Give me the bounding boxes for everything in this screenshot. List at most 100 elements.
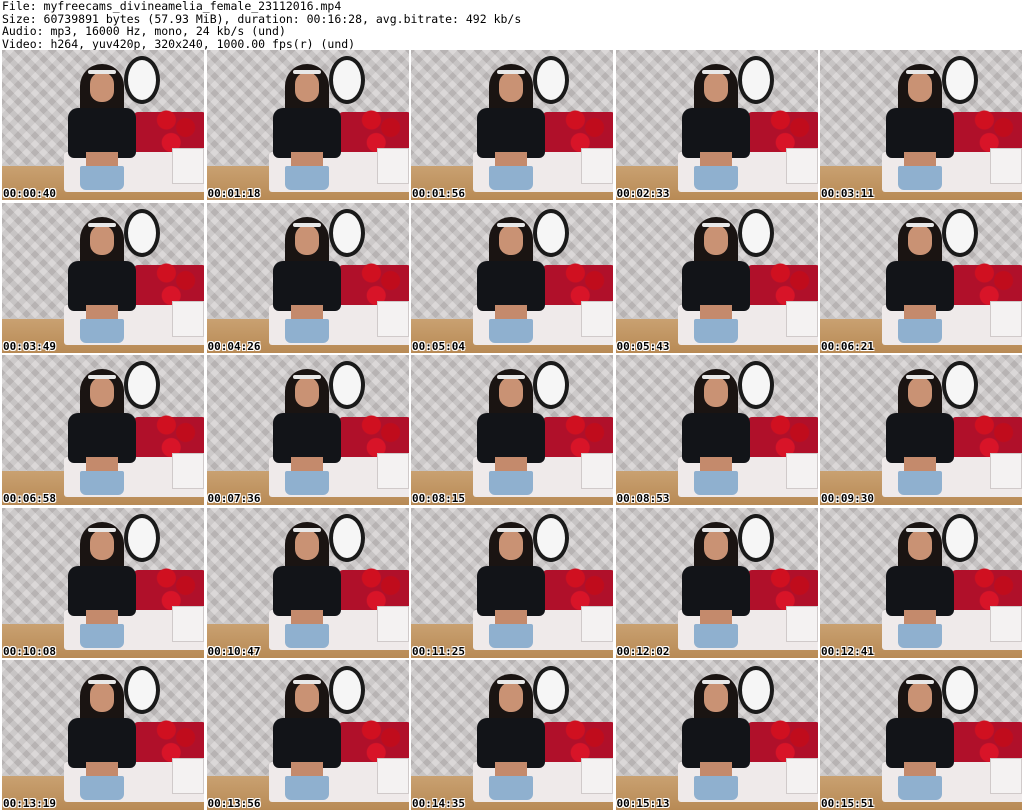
person-figure [471, 670, 551, 810]
video-frame-thumbnail: 00:14:35 [411, 660, 613, 810]
frame-timestamp: 00:01:18 [207, 187, 261, 200]
video-frame-thumbnail: 00:15:13 [615, 660, 818, 810]
side-cabinet [581, 148, 613, 184]
video-frame-thumbnail: 00:01:18 [206, 50, 409, 200]
side-cabinet [172, 758, 204, 794]
video-frame-thumbnail: 00:15:51 [820, 660, 1022, 810]
video-frame-thumbnail: 00:10:47 [206, 507, 409, 658]
side-cabinet [376, 300, 409, 337]
person-figure [62, 670, 142, 810]
frame-timestamp: 00:03:11 [821, 187, 874, 200]
frame-timestamp: 00:10:47 [207, 644, 261, 658]
side-cabinet [172, 605, 204, 642]
person-figure [676, 213, 756, 353]
side-cabinet [990, 300, 1022, 337]
video-frame-thumbnail: 00:02:33 [615, 50, 818, 200]
video-frame-thumbnail: 00:13:19 [2, 660, 204, 810]
frame-timestamp: 00:08:15 [412, 492, 465, 505]
person-figure [62, 365, 142, 505]
video-frame-thumbnail: 00:03:11 [820, 50, 1022, 200]
video-frame-thumbnail: 00:08:15 [411, 355, 613, 505]
side-cabinet [172, 453, 204, 489]
side-cabinet [376, 605, 409, 642]
side-cabinet [990, 453, 1022, 489]
person-figure [267, 670, 347, 810]
frame-timestamp: 00:13:19 [3, 797, 56, 810]
side-cabinet [376, 453, 409, 489]
video-frame-thumbnail: 00:09:30 [820, 355, 1022, 505]
video-frame-thumbnail: 00:00:40 [2, 50, 204, 200]
person-figure [880, 670, 960, 810]
frame-timestamp: 00:06:21 [821, 339, 874, 353]
side-cabinet [785, 605, 818, 642]
video-frame-thumbnail: 00:12:02 [615, 507, 818, 658]
side-cabinet [785, 148, 818, 184]
side-cabinet [990, 148, 1022, 184]
side-cabinet [581, 453, 613, 489]
side-cabinet [785, 758, 818, 794]
video-frame-thumbnail: 00:11:25 [411, 507, 613, 658]
file-info-header: File: myfreecams_divineamelia_female_231… [2, 0, 521, 50]
person-figure [267, 213, 347, 353]
frame-timestamp: 00:10:08 [3, 644, 56, 658]
frame-timestamp: 00:12:41 [821, 644, 874, 658]
video-frame-thumbnail: 00:03:49 [2, 202, 204, 353]
video-frame-thumbnail: 00:13:56 [206, 660, 409, 810]
person-figure [880, 213, 960, 353]
video-frame-thumbnail: 00:05:43 [615, 202, 818, 353]
person-figure [880, 518, 960, 658]
person-figure [676, 670, 756, 810]
person-figure [267, 60, 347, 200]
video-frame-thumbnail: 00:06:58 [2, 355, 204, 505]
person-figure [267, 518, 347, 658]
person-figure [880, 365, 960, 505]
person-figure [62, 60, 142, 200]
person-figure [880, 60, 960, 200]
frame-timestamp: 00:08:53 [616, 492, 670, 505]
side-cabinet [376, 148, 409, 184]
audio-line: Audio: mp3, 16000 Hz, mono, 24 kb/s (und… [2, 24, 286, 38]
person-figure [471, 365, 551, 505]
person-figure [676, 365, 756, 505]
frame-timestamp: 00:01:56 [412, 187, 465, 200]
video-frame-thumbnail: 00:07:36 [206, 355, 409, 505]
side-cabinet [376, 758, 409, 794]
side-cabinet [581, 758, 613, 794]
video-frame-thumbnail: 00:06:21 [820, 202, 1022, 353]
side-cabinet [990, 758, 1022, 794]
frame-timestamp: 00:02:33 [616, 187, 670, 200]
video-frame-thumbnail: 00:01:56 [411, 50, 613, 200]
video-frame-thumbnail: 00:04:26 [206, 202, 409, 353]
person-figure [676, 60, 756, 200]
person-figure [62, 518, 142, 658]
person-figure [471, 518, 551, 658]
video-frame-thumbnail: 00:08:53 [615, 355, 818, 505]
frame-timestamp: 00:05:43 [616, 339, 670, 353]
side-cabinet [172, 300, 204, 337]
person-figure [62, 213, 142, 353]
frame-timestamp: 00:11:25 [412, 644, 465, 658]
side-cabinet [172, 148, 204, 184]
file-name-line: File: myfreecams_divineamelia_female_231… [2, 0, 342, 13]
frame-timestamp: 00:00:40 [3, 187, 56, 200]
side-cabinet [581, 300, 613, 337]
person-figure [471, 60, 551, 200]
thumbnail-grid: 00:00:40 00:01:18 00:01:56 00:02:33 00:03:11… [2, 50, 1022, 810]
side-cabinet [785, 300, 818, 337]
side-cabinet [990, 605, 1022, 642]
frame-timestamp: 00:14:35 [412, 797, 465, 810]
frame-timestamp: 00:05:04 [412, 339, 465, 353]
frame-timestamp: 00:15:51 [821, 797, 874, 810]
frame-timestamp: 00:12:02 [616, 644, 670, 658]
frame-timestamp: 00:04:26 [207, 339, 261, 353]
frame-timestamp: 00:13:56 [207, 797, 261, 810]
frame-timestamp: 00:07:36 [207, 492, 261, 505]
frame-timestamp: 00:09:30 [821, 492, 874, 505]
frame-timestamp: 00:03:49 [3, 339, 56, 353]
person-figure [471, 213, 551, 353]
video-frame-thumbnail: 00:12:41 [820, 507, 1022, 658]
side-cabinet [581, 605, 613, 642]
person-figure [676, 518, 756, 658]
frame-timestamp: 00:06:58 [3, 492, 56, 505]
video-line: Video: h264, yuv420p, 320x240, 1000.00 f… [2, 36, 356, 51]
